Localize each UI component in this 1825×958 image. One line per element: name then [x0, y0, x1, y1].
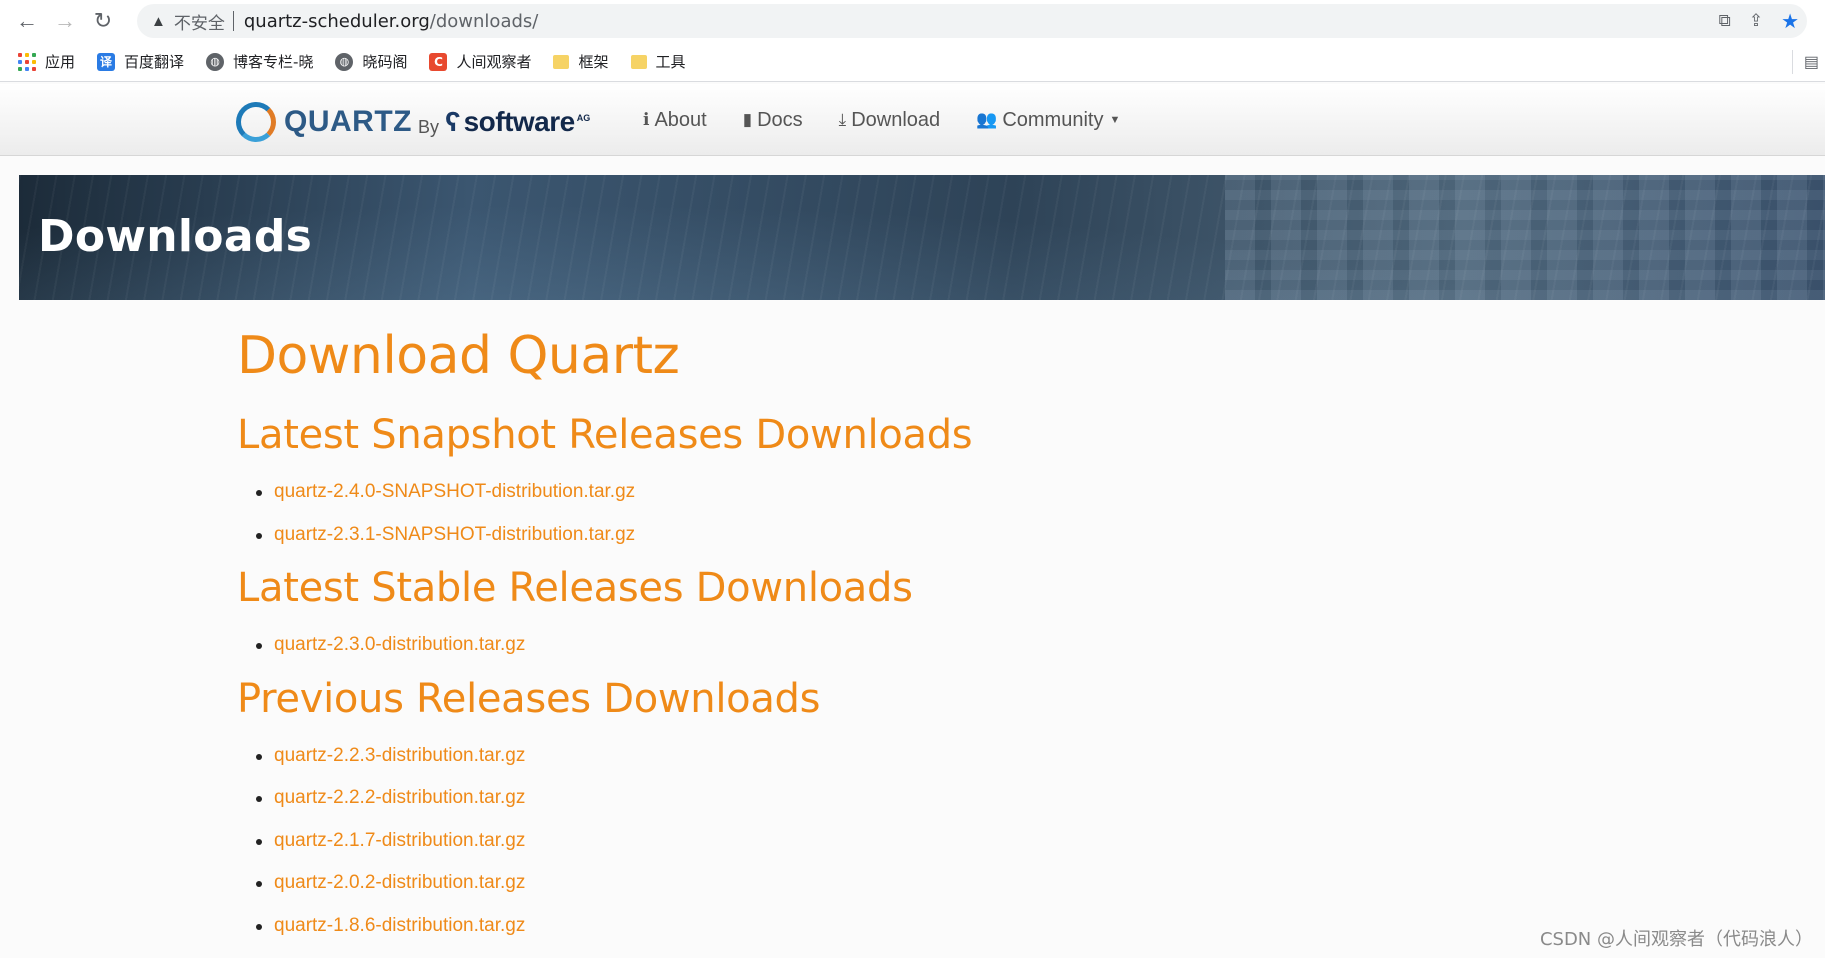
list-item: quartz-2.2.3-distribution.tar.gz: [237, 735, 1437, 778]
list-item: quartz-2.1.7-distribution.tar.gz: [237, 820, 1437, 863]
nav-about[interactable]: ℹ About: [643, 109, 707, 132]
nav-download-label: Download: [851, 108, 941, 131]
address-separator: [232, 11, 234, 31]
section-heading-stable: Latest Stable Releases Downloads: [237, 565, 913, 611]
book-icon: ▮: [742, 110, 753, 129]
bookmark-label: 框架: [578, 53, 609, 71]
folder-icon: [553, 54, 570, 69]
brand-ag: AG: [576, 113, 591, 123]
bookmark-blog-column[interactable]: ◍ 博客专栏-晓: [206, 51, 313, 72]
reload-button[interactable]: ↻: [84, 2, 122, 40]
url-text[interactable]: quartz-scheduler.org/downloads/: [244, 11, 538, 32]
omnibox-actions: ⧉ ⇪ ★: [1719, 4, 1799, 38]
browser-toolbar: ← → ↻ ▲ 不安全 quartz-scheduler.org/downloa…: [0, 0, 1825, 42]
bookmark-star-icon[interactable]: ★: [1781, 9, 1799, 34]
previous-download-list: quartz-2.2.3-distribution.tar.gz quartz-…: [237, 735, 1437, 948]
page-title: Download Quartz: [237, 326, 680, 386]
bookmark-label: 工具: [655, 53, 686, 71]
caret-down-icon: ▼: [1109, 114, 1121, 126]
url-host: quartz-scheduler.org: [243, 10, 430, 32]
bookmark-observer[interactable]: C 人间观察者: [429, 51, 531, 72]
nav-docs[interactable]: ▮ Docs: [743, 109, 803, 132]
address-bar[interactable]: ▲ 不安全 quartz-scheduler.org/downloads/ ⧉ …: [137, 4, 1807, 38]
reading-list-icon[interactable]: ▤: [1804, 52, 1819, 72]
page-banner: Downloads: [19, 175, 1825, 300]
bookmark-label: 百度翻译: [124, 53, 185, 71]
folder-icon: [630, 54, 647, 69]
banner-title: Downloads: [38, 211, 313, 262]
download-icon: ⤓: [838, 110, 847, 129]
bookmark-xiaomage[interactable]: ◍ 晓码阁: [335, 51, 407, 72]
bookmark-baidu-translate[interactable]: 译 百度翻译: [97, 51, 184, 72]
brand-logo-link[interactable]: QUARTZ By ʕ software AG: [236, 102, 590, 142]
download-link[interactable]: quartz-2.1.7-distribution.tar.gz: [274, 830, 525, 851]
security-label[interactable]: 不安全: [174, 9, 225, 34]
bookmark-label: 人间观察者: [456, 53, 532, 71]
stable-download-list: quartz-2.3.0-distribution.tar.gz: [237, 624, 1437, 667]
bookmark-label: 应用: [45, 53, 76, 71]
nav-download[interactable]: ⤓ Download: [839, 109, 940, 132]
software-ag-s-icon: ʕ: [445, 106, 461, 137]
list-item: quartz-2.0.2-distribution.tar.gz: [237, 862, 1437, 905]
share-icon[interactable]: ⇪: [1749, 11, 1763, 31]
brand-software: software: [463, 106, 576, 137]
forward-button[interactable]: →: [46, 2, 84, 40]
site-navbar: QUARTZ By ʕ software AG ℹ About ▮ Docs ⤓…: [0, 84, 1825, 156]
banner-pattern: [1225, 175, 1825, 300]
list-item: quartz-2.3.0-distribution.tar.gz: [237, 624, 1437, 667]
watermark: CSDN @人间观察者（代码浪人）: [1539, 929, 1813, 950]
snapshot-download-list: quartz-2.4.0-SNAPSHOT-distribution.tar.g…: [237, 471, 1437, 556]
nav-community-dropdown[interactable]: 👥 Community ▼: [976, 109, 1120, 132]
list-item: quartz-1.8.6-distribution.tar.gz: [237, 905, 1437, 948]
download-link[interactable]: quartz-1.8.6-distribution.tar.gz: [274, 915, 525, 936]
bookmark-folder-frameworks[interactable]: 框架: [553, 51, 609, 72]
url-path: /downloads/: [429, 10, 539, 32]
nav-links: ℹ About ▮ Docs ⤓ Download 👥 Community ▼: [643, 84, 1156, 156]
nav-community-label: Community: [1002, 108, 1104, 131]
users-icon: 👥: [976, 110, 998, 129]
translate-icon: 译: [97, 52, 116, 71]
info-icon: ℹ: [643, 110, 650, 129]
download-link[interactable]: quartz-2.2.2-distribution.tar.gz: [274, 787, 525, 808]
download-link[interactable]: quartz-2.0.2-distribution.tar.gz: [274, 872, 525, 893]
back-button[interactable]: ←: [8, 2, 46, 40]
download-link[interactable]: quartz-2.2.3-distribution.tar.gz: [274, 745, 525, 766]
bookmark-apps[interactable]: 应用: [18, 51, 75, 72]
bookmark-folder-tools[interactable]: 工具: [630, 51, 686, 72]
download-link[interactable]: quartz-2.4.0-SNAPSHOT-distribution.tar.g…: [274, 481, 635, 502]
apps-grid-icon: [18, 52, 36, 71]
nav-about-label: About: [654, 108, 707, 131]
section-heading-previous: Previous Releases Downloads: [237, 675, 821, 722]
main-content: Download Quartz Latest Snapshot Releases…: [237, 320, 1437, 947]
warning-icon[interactable]: ▲: [151, 13, 166, 30]
nav-docs-label: Docs: [757, 108, 803, 131]
translate-page-icon[interactable]: ⧉: [1719, 11, 1731, 31]
quartz-logo-icon: [236, 102, 276, 142]
list-item: quartz-2.4.0-SNAPSHOT-distribution.tar.g…: [237, 471, 1437, 514]
csdn-c-icon: C: [429, 52, 448, 71]
globe-icon: ◍: [335, 52, 354, 71]
brand-by: By: [417, 116, 439, 137]
section-heading-snapshot: Latest Snapshot Releases Downloads: [237, 412, 973, 458]
globe-icon: ◍: [206, 52, 225, 71]
download-link[interactable]: quartz-2.3.0-distribution.tar.gz: [274, 634, 525, 655]
bookmark-label: 博客专栏-晓: [233, 53, 314, 71]
list-item: quartz-2.2.2-distribution.tar.gz: [237, 777, 1437, 820]
bookmarks-divider: [1792, 50, 1793, 74]
brand-quartz: QUARTZ: [284, 105, 412, 138]
bookmarks-bar: 应用 译 百度翻译 ◍ 博客专栏-晓 ◍ 晓码阁 C 人间观察者 框架 工具 ▤: [0, 42, 1825, 82]
bookmark-label: 晓码阁: [362, 53, 408, 71]
download-link[interactable]: quartz-2.3.1-SNAPSHOT-distribution.tar.g…: [274, 524, 635, 545]
list-item: quartz-2.3.1-SNAPSHOT-distribution.tar.g…: [237, 514, 1437, 557]
